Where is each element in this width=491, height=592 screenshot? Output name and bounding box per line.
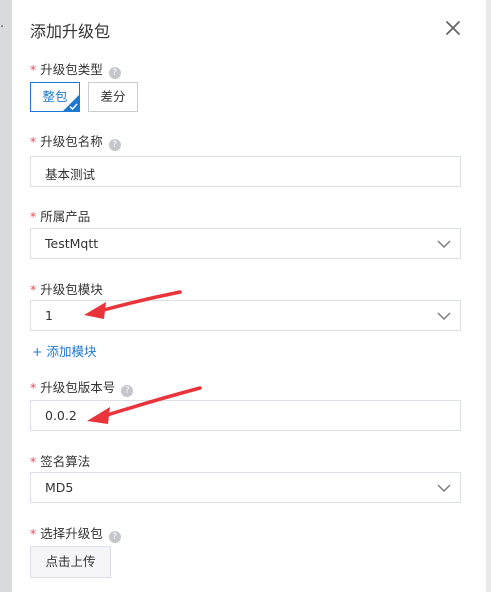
help-icon[interactable]: ? bbox=[108, 67, 121, 79]
product-label: * 所属产品 bbox=[30, 206, 90, 225]
chevron-down-icon bbox=[437, 484, 451, 492]
package-type-label: * 升级包类型? bbox=[30, 59, 121, 79]
product-value: TestMqtt bbox=[45, 236, 99, 251]
version-value: 0.0.2 bbox=[45, 408, 77, 423]
required-mark: * bbox=[30, 209, 37, 224]
package-name-label: * 升级包名称? bbox=[30, 131, 121, 151]
package-type-label-text: 升级包类型 bbox=[40, 62, 103, 77]
package-name-value: 基本测试 bbox=[45, 167, 96, 182]
algorithm-value: MD5 bbox=[45, 480, 74, 495]
algorithm-select[interactable]: MD5 bbox=[30, 472, 461, 503]
help-icon[interactable]: ? bbox=[108, 531, 121, 543]
required-mark: * bbox=[30, 62, 37, 77]
version-label-text: 升级包版本号 bbox=[40, 380, 116, 395]
product-select[interactable]: TestMqtt bbox=[30, 228, 461, 259]
help-icon[interactable]: ? bbox=[108, 139, 121, 151]
package-type-full-option[interactable]: 整包 bbox=[30, 82, 80, 112]
required-mark: * bbox=[30, 526, 37, 541]
product-label-text: 所属产品 bbox=[40, 209, 91, 224]
close-icon[interactable] bbox=[442, 17, 464, 39]
algorithm-label: * 签名算法 bbox=[30, 451, 90, 470]
background-page-edge: · bbox=[0, 0, 12, 592]
required-mark: * bbox=[30, 380, 37, 395]
required-mark: * bbox=[30, 454, 37, 469]
add-module-link[interactable]: + 添加模块 bbox=[32, 341, 96, 360]
required-mark: * bbox=[30, 282, 37, 297]
module-select[interactable]: 1 bbox=[30, 300, 461, 331]
background-glyph: · bbox=[0, 20, 5, 35]
required-mark: * bbox=[30, 134, 37, 149]
upload-button[interactable]: 点击上传 bbox=[30, 546, 111, 578]
diff-option-label: 差分 bbox=[100, 89, 126, 104]
upload-label: * 选择升级包? bbox=[30, 523, 121, 543]
version-label: * 升级包版本号? bbox=[30, 377, 134, 397]
check-icon bbox=[69, 103, 78, 110]
module-label-text: 升级包模块 bbox=[40, 282, 103, 297]
dialog-title: 添加升级包 bbox=[30, 22, 111, 41]
module-value: 1 bbox=[45, 308, 53, 323]
help-icon[interactable]: ? bbox=[121, 385, 134, 397]
package-name-label-text: 升级包名称 bbox=[40, 134, 103, 149]
chevron-down-icon bbox=[437, 312, 451, 320]
version-input[interactable]: 0.0.2 bbox=[30, 400, 461, 431]
module-label: * 升级包模块 bbox=[30, 279, 103, 298]
dialog-scroll-edge bbox=[486, 0, 491, 592]
chevron-down-icon bbox=[437, 240, 451, 248]
package-type-diff-option[interactable]: 差分 bbox=[88, 82, 138, 112]
algorithm-label-text: 签名算法 bbox=[40, 454, 91, 469]
add-package-dialog: 添加升级包 * 升级包类型? 整包 差分 * 升级包名称? 基本测试 * 所属产品 T… bbox=[12, 0, 486, 592]
upload-label-text: 选择升级包 bbox=[40, 526, 103, 541]
package-name-input[interactable]: 基本测试 bbox=[30, 156, 461, 187]
